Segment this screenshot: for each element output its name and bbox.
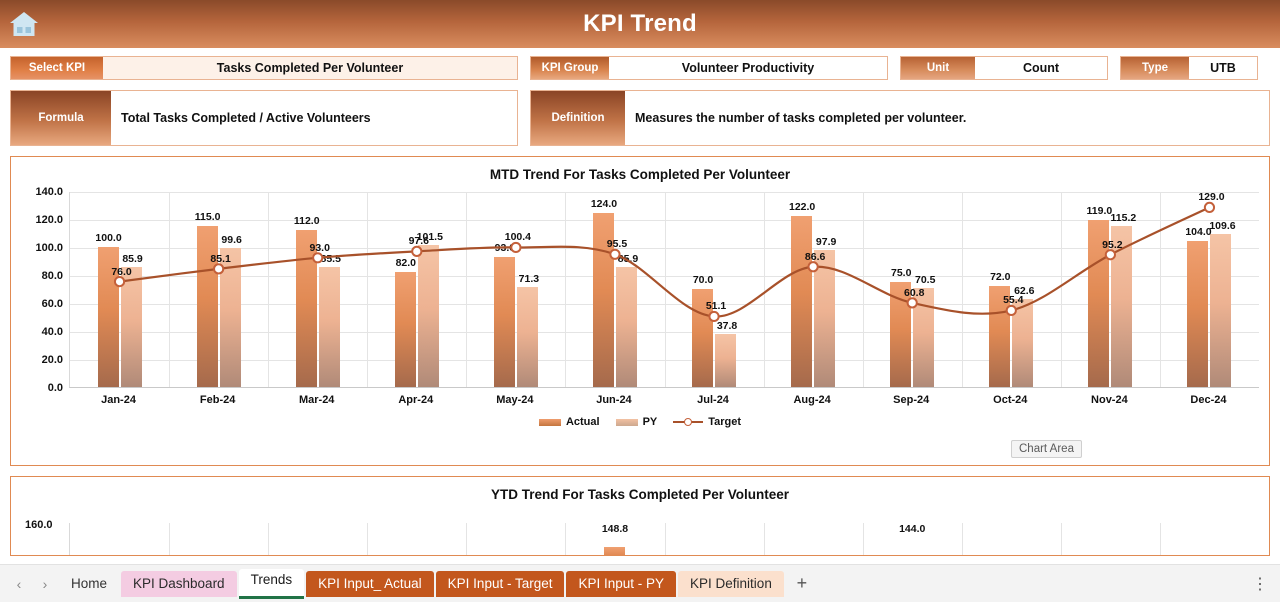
x-axis-label: Feb-24 [199,394,236,406]
select-kpi-label: Select KPI [11,57,103,79]
vertical-gridline [169,523,171,555]
formula-label: Formula [11,91,111,145]
x-axis-label: Nov-24 [1091,394,1128,406]
add-sheet-icon[interactable]: + [785,573,819,594]
kpi-meta-area: Select KPI Tasks Completed Per Volunteer… [0,48,1280,146]
definition-label: Definition [531,91,625,145]
x-axis-label: Apr-24 [398,394,434,406]
type-field: Type UTB [1120,56,1258,80]
sheet-tab-kpi-input-target[interactable]: KPI Input - Target [435,570,565,597]
sheet-tab-kpi-input-actual[interactable]: KPI Input_ Actual [306,570,434,597]
y-axis-tick: 120.0 [35,214,63,226]
sheet-tab-bar: ‹ › Home KPI Dashboard Trends KPI Input_ Ac… [0,564,1280,602]
kebab-menu-icon[interactable]: ⋮ [1246,574,1274,594]
x-axis-label: Oct-24 [993,394,1028,406]
ytd-plot-area: 148.8 144.0 [69,523,1259,555]
mtd-chart-panel[interactable]: MTD Trend For Tasks Completed Per Volunt… [10,156,1270,466]
legend-swatch-target [673,417,704,427]
app-header: KPI Trend [0,0,1280,48]
vertical-gridline [961,523,963,555]
kpi-group-label: KPI Group [531,57,609,79]
y-axis-tick: 100.0 [35,242,63,254]
legend-label-actual: Actual [565,416,600,428]
unit-label: Unit [901,57,975,79]
vertical-gridline [367,523,369,555]
chart-area-tooltip: Chart Area [1011,440,1082,458]
sheet-tab-home[interactable]: Home [59,571,119,597]
ytd-bar[interactable] [603,547,625,555]
x-axis-label: Dec-24 [1190,394,1227,406]
x-axis-label: Sep-24 [893,394,930,406]
mtd-plot-wrap: 0.0 20.0 40.0 60.0 80.0 100.0 120.0 140.0 100.0… [11,182,1269,434]
mtd-chart-title: MTD Trend For Tasks Completed Per Volunt… [489,167,791,182]
y-axis-tick: 60.0 [41,298,63,310]
legend-item-target[interactable]: Target [673,416,741,428]
legend-label-target: Target [708,416,742,428]
unit-value: Count [975,57,1107,79]
kpi-meta-row-primary: Select KPI Tasks Completed Per Volunteer… [10,56,1270,80]
kpi-group-value: Volunteer Productivity [609,57,887,79]
mtd-x-axis: Jan-24 Feb-24 Mar-24 Apr-24 May-24 Jun-24 Jul-… [69,390,1259,412]
sheet-tab-kpi-definition[interactable]: KPI Definition [678,570,784,597]
vertical-gridline [565,523,567,555]
type-label: Type [1121,57,1189,79]
vertical-gridline [862,523,864,555]
sheet-tab-kpi-input-py[interactable]: KPI Input - PY [566,570,677,597]
formula-value: Total Tasks Completed / Active Volunteer… [111,91,517,145]
ytd-y-tick-160: 160.0 [25,519,53,531]
definition-block: Definition Measures the number of tasks … [530,90,1270,146]
y-axis-tick: 40.0 [41,326,63,338]
x-axis-label: Jun-24 [596,394,632,406]
legend-label-py: PY [642,416,658,428]
ytd-data-label: 148.8 [601,523,629,535]
ytd-chart-title: YTD Trend For Tasks Completed Per Volunt… [490,487,790,502]
x-axis-label: Jan-24 [101,394,136,406]
legend-item-py[interactable]: PY [615,416,658,428]
ytd-chart-panel[interactable]: YTD Trend For Tasks Completed Per Volunt… [10,476,1270,556]
page-title: KPI Trend [583,10,697,37]
x-axis-label: Mar-24 [298,394,335,406]
definition-value: Measures the number of tasks completed p… [625,91,1269,145]
type-value: UTB [1189,57,1257,79]
vertical-gridline [466,523,468,555]
y-axis-tick: 140.0 [35,186,63,198]
chevron-left-icon[interactable]: ‹ [6,571,32,597]
vertical-gridline [268,523,270,555]
legend-swatch-actual [538,418,561,426]
vertical-gridline [1159,523,1161,555]
mtd-legend: Actual PY Target [11,416,1269,428]
y-axis-tick: 80.0 [41,270,63,282]
unit-field: Unit Count [900,56,1108,80]
y-axis-tick: 20.0 [41,354,63,366]
legend-swatch-py [615,418,638,426]
ytd-data-label: 144.0 [899,523,926,535]
sheet-tab-trends[interactable]: Trends [238,568,305,599]
vertical-gridline [664,523,666,555]
kpi-group-field: KPI Group Volunteer Productivity [530,56,888,80]
formula-block: Formula Total Tasks Completed / Active V… [10,90,518,146]
mtd-plot-area: 100.0 85.9 76.0 115.0 99.6 85.1 112.0 85.5 93.0 8… [69,191,1259,388]
kpi-meta-row-secondary: Formula Total Tasks Completed / Active V… [10,90,1270,146]
target-line-series [113,201,1216,323]
sheet-tab-kpi-dashboard[interactable]: KPI Dashboard [121,570,237,597]
mtd-y-axis: 0.0 20.0 40.0 60.0 80.0 100.0 120.0 140.0 [11,186,67,394]
x-axis-label: Aug-24 [793,394,831,406]
select-kpi-field[interactable]: Select KPI Tasks Completed Per Volunteer [10,56,518,80]
chevron-right-icon[interactable]: › [32,571,58,597]
x-axis-label: Jul-24 [697,394,729,406]
x-axis-label: May-24 [496,394,534,406]
legend-item-actual[interactable]: Actual [538,416,600,428]
vertical-gridline [1060,523,1062,555]
y-axis-tick: 0.0 [47,382,63,394]
vertical-gridline [763,523,765,555]
select-kpi-value[interactable]: Tasks Completed Per Volunteer [103,57,517,79]
